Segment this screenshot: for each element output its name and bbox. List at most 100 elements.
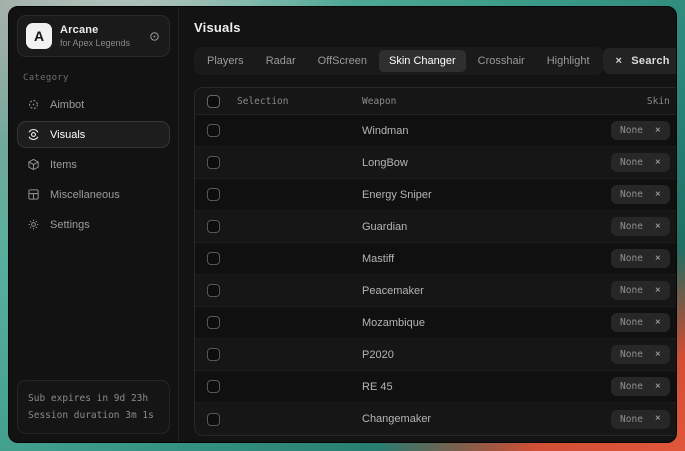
sidebar: A Arcane for Apex Legends Category Aimbo… — [9, 7, 179, 442]
table-row[interactable]: RE 45 None × — [195, 371, 677, 403]
clear-skin-icon[interactable]: × — [655, 190, 661, 200]
clear-skin-icon[interactable]: × — [655, 414, 661, 424]
weapon-name: RE 45 — [362, 381, 611, 393]
category-label: Category — [23, 73, 164, 83]
subscription-panel: Sub expires in 9d 23h Session duration 3… — [17, 380, 170, 434]
search-button-label: Search — [631, 55, 670, 67]
skin-value: None — [620, 381, 643, 392]
tab-skin-changer[interactable]: Skin Changer — [379, 50, 466, 72]
gear-icon — [27, 218, 40, 231]
clear-skin-icon[interactable]: × — [655, 318, 661, 328]
table-row[interactable]: Peacemaker None × — [195, 275, 677, 307]
skin-badge[interactable]: None × — [611, 249, 670, 268]
table-row[interactable]: P2020 None × — [195, 339, 677, 371]
row-checkbox[interactable] — [207, 220, 220, 233]
table-row[interactable]: Changemaker None × — [195, 403, 677, 435]
skin-value: None — [620, 349, 643, 360]
weapon-name: Windman — [362, 125, 611, 137]
row-checkbox[interactable] — [207, 124, 220, 137]
skin-badge[interactable]: None × — [611, 345, 670, 364]
app-logo: A — [26, 23, 52, 49]
skin-badge[interactable]: None × — [611, 377, 670, 396]
tab-row: Players Radar OffScreen Skin Changer Cro… — [194, 47, 677, 75]
row-checkbox[interactable] — [207, 252, 220, 265]
skin-badge[interactable]: None × — [611, 153, 670, 172]
sidebar-item-settings[interactable]: Settings — [17, 211, 170, 238]
skin-badge[interactable]: None × — [611, 410, 670, 429]
table-header: Selection Weapon Skin — [195, 88, 677, 115]
skin-value: None — [620, 221, 643, 232]
skin-value: None — [620, 125, 643, 136]
row-checkbox[interactable] — [207, 348, 220, 361]
desktop-background: A Arcane for Apex Legends Category Aimbo… — [0, 0, 685, 451]
close-icon: × — [616, 56, 623, 67]
sidebar-item-label: Aimbot — [50, 99, 84, 111]
search-button[interactable]: × Search — [603, 48, 677, 74]
app-titles: Arcane for Apex Legends — [60, 24, 130, 48]
skin-value: None — [620, 285, 643, 296]
table-row[interactable]: Mozambique None × — [195, 307, 677, 339]
skin-value: None — [620, 414, 643, 425]
app-header-card: A Arcane for Apex Legends — [17, 15, 170, 57]
tab-radar[interactable]: Radar — [256, 50, 306, 72]
crosshair-icon — [27, 98, 40, 111]
select-all-checkbox[interactable] — [207, 95, 220, 108]
column-header-selection: Selection — [237, 96, 362, 107]
sidebar-item-label: Settings — [50, 219, 90, 231]
sidebar-item-miscellaneous[interactable]: Miscellaneous — [17, 181, 170, 208]
skin-value: None — [620, 157, 643, 168]
tab-bar: Players Radar OffScreen Skin Changer Cro… — [194, 47, 603, 75]
column-header-weapon: Weapon — [362, 96, 647, 107]
skin-table: Selection Weapon Skin Windman None × Lon… — [194, 87, 677, 436]
tab-crosshair[interactable]: Crosshair — [468, 50, 535, 72]
clear-skin-icon[interactable]: × — [655, 350, 661, 360]
tab-players[interactable]: Players — [197, 50, 254, 72]
sidebar-item-visuals[interactable]: Visuals — [17, 121, 170, 148]
clear-skin-icon[interactable]: × — [655, 382, 661, 392]
grid-icon — [27, 188, 40, 201]
skin-badge[interactable]: None × — [611, 185, 670, 204]
clear-skin-icon[interactable]: × — [655, 222, 661, 232]
clear-skin-icon[interactable]: × — [655, 126, 661, 136]
table-row[interactable]: Windman None × — [195, 115, 677, 147]
clear-skin-icon[interactable]: × — [655, 158, 661, 168]
skin-badge[interactable]: None × — [611, 281, 670, 300]
tab-offscreen[interactable]: OffScreen — [308, 50, 377, 72]
sidebar-item-label: Items — [50, 159, 77, 171]
row-checkbox[interactable] — [207, 380, 220, 393]
skin-badge[interactable]: None × — [611, 121, 670, 140]
skin-value: None — [620, 189, 643, 200]
row-checkbox[interactable] — [207, 156, 220, 169]
clear-skin-icon[interactable]: × — [655, 286, 661, 296]
eye-scan-icon — [27, 128, 40, 141]
table-row[interactable]: LongBow None × — [195, 147, 677, 179]
sidebar-item-label: Miscellaneous — [50, 189, 120, 201]
target-icon[interactable] — [148, 30, 161, 43]
weapon-name: Mozambique — [362, 317, 611, 329]
weapon-name: Energy Sniper — [362, 189, 611, 201]
page-title: Visuals — [194, 20, 677, 35]
sidebar-nav: Aimbot Visuals Items Miscellaneous Setti… — [17, 91, 170, 238]
main-panel: Visuals Players Radar OffScreen Skin Cha… — [179, 7, 677, 442]
row-checkbox[interactable] — [207, 188, 220, 201]
skin-badge[interactable]: None × — [611, 217, 670, 236]
weapon-name: P2020 — [362, 349, 611, 361]
table-row[interactable]: Mastiff None × — [195, 243, 677, 275]
app-name: Arcane — [60, 24, 130, 36]
tab-highlight[interactable]: Highlight — [537, 50, 600, 72]
row-checkbox[interactable] — [207, 413, 220, 426]
table-row[interactable]: Energy Sniper None × — [195, 179, 677, 211]
app-window: A Arcane for Apex Legends Category Aimbo… — [8, 6, 677, 443]
sidebar-item-aimbot[interactable]: Aimbot — [17, 91, 170, 118]
skin-badge[interactable]: None × — [611, 313, 670, 332]
row-checkbox[interactable] — [207, 316, 220, 329]
clear-skin-icon[interactable]: × — [655, 254, 661, 264]
weapon-name: LongBow — [362, 157, 611, 169]
skin-value: None — [620, 253, 643, 264]
sidebar-item-label: Visuals — [50, 129, 85, 141]
sidebar-item-items[interactable]: Items — [17, 151, 170, 178]
app-subtitle: for Apex Legends — [60, 38, 130, 48]
row-checkbox[interactable] — [207, 284, 220, 297]
table-row[interactable]: Guardian None × — [195, 211, 677, 243]
weapon-name: Guardian — [362, 221, 611, 233]
